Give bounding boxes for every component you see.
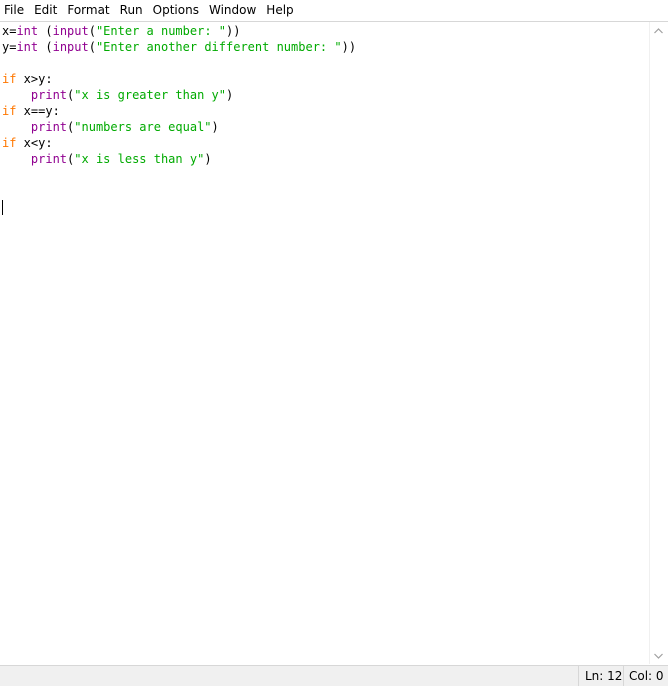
code-token: x>y: (16, 72, 53, 86)
code-token: "Enter another different number: " (95, 40, 342, 54)
code-line: print("x is greater than y") (2, 87, 649, 103)
code-token: print (30, 120, 68, 134)
menu-window[interactable]: Window (204, 0, 261, 21)
menu-format[interactable]: Format (62, 0, 114, 21)
status-line-number: Ln: 12 (585, 669, 623, 683)
code-line: if x==y: (2, 103, 649, 119)
code-token: input (52, 24, 89, 38)
menu-file[interactable]: File (0, 0, 29, 21)
code-token: ( (88, 24, 96, 38)
menu-bar: File Edit Format Run Options Window Help (0, 0, 668, 21)
code-line: print("x is less than y") (2, 151, 649, 167)
code-token: int (16, 24, 39, 38)
status-column-number: Col: 0 (629, 669, 664, 683)
menu-help[interactable]: Help (261, 0, 298, 21)
status-bar: Ln: 12 Col: 0 (0, 665, 668, 686)
code-token: x= (2, 24, 17, 38)
menu-options[interactable]: Options (148, 0, 204, 21)
code-text-area[interactable]: x=int (input("Enter a number: ")) y=int (… (0, 22, 649, 215)
text-cursor (2, 200, 3, 215)
code-token: ) (204, 152, 212, 166)
code-token: ( (38, 40, 53, 54)
code-line: if x<y: (2, 135, 649, 151)
chevron-down-icon[interactable] (650, 647, 667, 664)
code-token: x==y: (16, 104, 60, 118)
code-token: if (2, 136, 17, 150)
code-token: int (16, 40, 39, 54)
code-token: if (2, 72, 17, 86)
status-divider (623, 666, 624, 686)
code-token: "numbers are equal" (74, 120, 212, 134)
code-token: input (52, 40, 89, 54)
code-token: print (30, 88, 68, 102)
code-token: x<y: (16, 136, 53, 150)
chevron-up-icon[interactable] (650, 22, 667, 39)
code-token: ) (225, 88, 234, 102)
code-token: ( (88, 40, 96, 54)
code-token: "x is greater than y" (74, 88, 226, 102)
code-token: "Enter a number: " (95, 24, 226, 38)
code-line: print("numbers are equal") (2, 119, 649, 135)
code-token: if (2, 104, 17, 118)
menu-edit[interactable]: Edit (29, 0, 62, 21)
code-token: )) (226, 24, 241, 38)
code-line: if x>y: (2, 71, 649, 87)
vertical-scrollbar[interactable] (649, 22, 667, 664)
code-line (2, 199, 649, 215)
menu-run[interactable]: Run (115, 0, 148, 21)
status-divider (578, 666, 579, 686)
code-token: print (30, 152, 68, 166)
code-token: "x is less than y" (74, 152, 205, 166)
code-line: x=int (input("Enter a number: ")) (2, 23, 649, 39)
code-token: ) (211, 120, 219, 134)
code-token: y= (2, 40, 17, 54)
idle-editor-window: File Edit Format Run Options Window Help… (0, 0, 668, 686)
code-editor[interactable]: x=int (input("Enter a number: ")) y=int (… (0, 22, 649, 664)
code-line: y=int (input("Enter another different nu… (2, 39, 649, 55)
code-token: ( (38, 24, 53, 38)
code-token: )) (341, 40, 357, 54)
